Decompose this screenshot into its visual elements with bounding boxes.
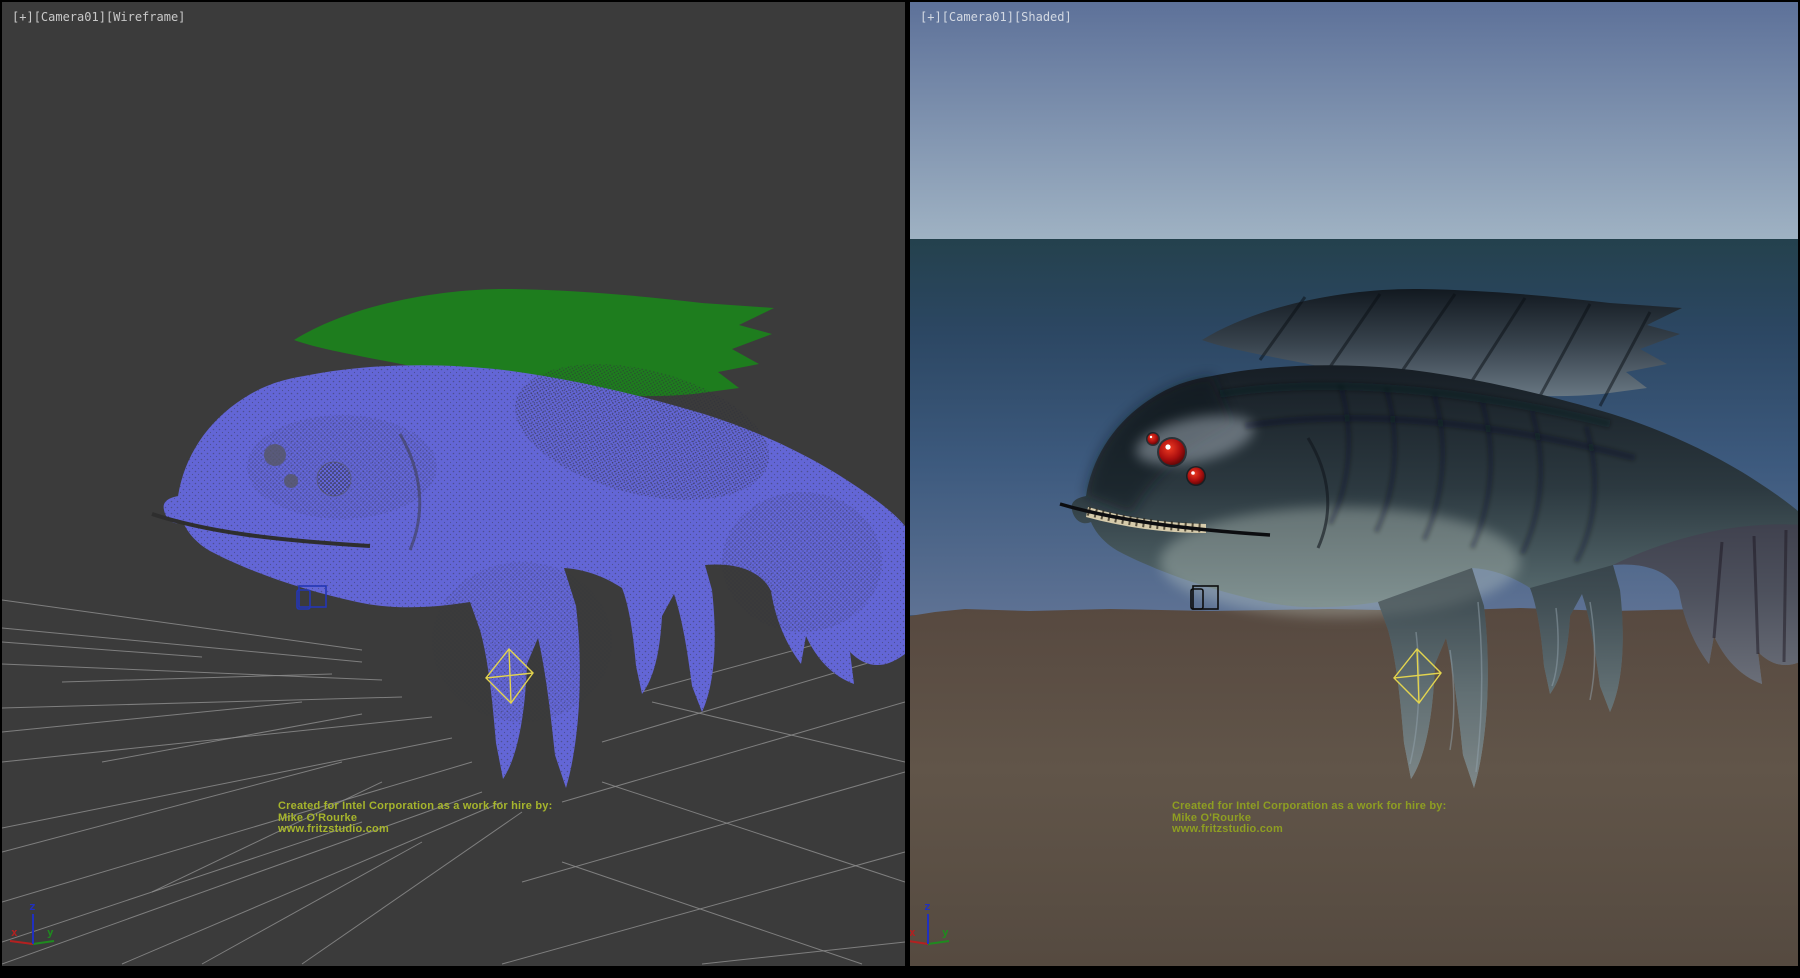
axis-z-label: z	[29, 900, 36, 913]
red-eye-large	[1159, 439, 1185, 465]
axis-y-label: y	[942, 926, 949, 939]
viewport-expand-menu[interactable]: [+]	[12, 10, 34, 24]
viewport-label: [+][Camera01][Wireframe]	[12, 10, 185, 24]
watermark-line1: Created for Intel Corporation as a work …	[1172, 801, 1446, 813]
red-eye-tiny	[1148, 434, 1159, 445]
viewport-shaded[interactable]: x y z [+][Camera01][Shaded] Created for …	[910, 2, 1798, 966]
red-eye-small	[1188, 468, 1205, 485]
sky-upper	[910, 2, 1798, 239]
axis-y-label: y	[47, 926, 54, 939]
viewport-expand-menu[interactable]: [+]	[920, 10, 942, 24]
watermark: Created for Intel Corporation as a work …	[278, 801, 552, 836]
viewport-camera-menu[interactable]: [Camera01]	[942, 10, 1014, 24]
watermark-line3: www.fritzstudio.com	[1172, 824, 1446, 836]
watermark-line3: www.fritzstudio.com	[278, 824, 552, 836]
ground-plane	[910, 608, 1798, 966]
viewport-wireframe[interactable]: x y z [+][Camera01][Wireframe] Created f…	[2, 2, 905, 966]
viewport-shading-menu[interactable]: [Shaded]	[1014, 10, 1072, 24]
world-axis-gizmo: x y z	[10, 900, 54, 944]
watermark: Created for Intel Corporation as a work …	[1172, 801, 1446, 836]
axis-z-label: z	[924, 900, 931, 913]
axis-x-label: x	[11, 926, 18, 939]
viewport-camera-menu[interactable]: [Camera01]	[34, 10, 106, 24]
viewport-label: [+][Camera01][Shaded]	[920, 10, 1072, 24]
watermark-line1: Created for Intel Corporation as a work …	[278, 801, 552, 813]
viewport-shading-menu[interactable]: [Wireframe]	[106, 10, 185, 24]
fish-model[interactable]	[152, 289, 905, 788]
axis-x-label: x	[910, 926, 916, 939]
